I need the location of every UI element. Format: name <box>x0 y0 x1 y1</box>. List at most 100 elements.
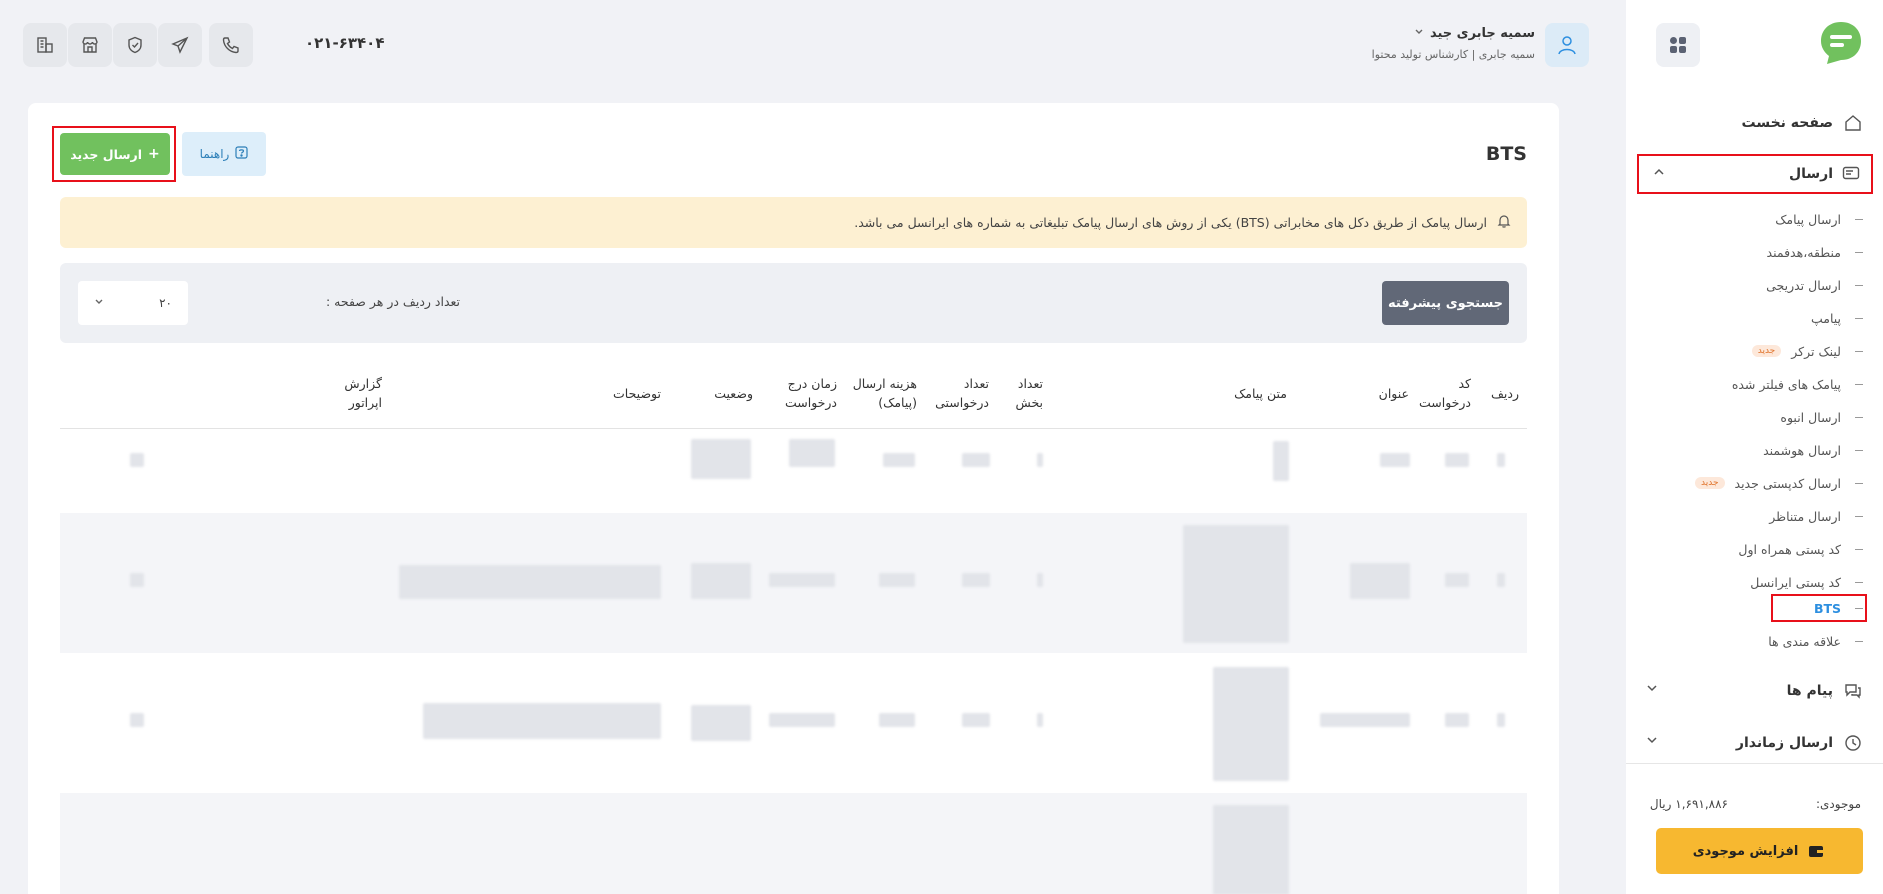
table-header: ردیف کد درخواست عنوان متن پیامک تعداد بخ… <box>60 359 1527 429</box>
sidebar-subitem[interactable]: ارسال کدپستی جدید جدید <box>1646 472 1863 494</box>
sidebar-subitem[interactable]: ارسال انبوه <box>1646 406 1863 428</box>
sidebar-subitem[interactable]: پیامپ <box>1646 307 1863 329</box>
filter-bar: جستجوی پیشرفته تعداد ردیف در هر صفحه : ۲… <box>60 263 1527 343</box>
new-send-label: ارسال جدید <box>70 146 143 162</box>
increase-balance-button[interactable]: افزایش موجودی <box>1656 828 1863 874</box>
user-menu[interactable]: سمیه جابری جید <box>1414 26 1535 41</box>
column-header: عنوان <box>1378 386 1409 401</box>
rows-per-page-select[interactable]: ۲۰ <box>78 281 188 325</box>
organization-button[interactable] <box>23 23 67 67</box>
sidebar-item-messages[interactable]: پیام ها <box>1646 678 1863 704</box>
column-header: وضعیت <box>714 386 753 401</box>
user-icon <box>1558 36 1576 55</box>
sidebar-subitem-label: ارسال متناظر <box>1769 508 1841 524</box>
send-plane-icon <box>171 36 189 54</box>
sidebar-subitem[interactable]: ارسال تدریجی <box>1646 274 1863 296</box>
user-name: سمیه جابری جید <box>1429 26 1535 41</box>
column-header: تعداد درخواستی <box>935 376 989 410</box>
security-button[interactable] <box>113 23 157 67</box>
advanced-search-button[interactable]: جستجوی پیشرفته <box>1382 281 1509 325</box>
column-header: کد درخواست <box>1418 376 1471 410</box>
sidebar-subitem[interactable]: علاقه مندی ها <box>1646 630 1863 652</box>
sidebar-subitem-label: ارسال انبوه <box>1780 409 1841 425</box>
telegram-button[interactable] <box>158 23 202 67</box>
store-icon <box>82 37 98 53</box>
sidebar-subitem-label: ارسال پیامک <box>1775 211 1841 227</box>
balance-label: موجودی: <box>1815 797 1861 811</box>
phone-button[interactable] <box>209 23 253 67</box>
clock-icon <box>1843 733 1863 753</box>
table-row[interactable] <box>60 513 1527 653</box>
column-header: تعداد بخش <box>1015 376 1043 410</box>
new-badge: جدید <box>1694 477 1725 489</box>
sidebar-subitem-label: BTS <box>1813 600 1841 616</box>
sidebar-subitem[interactable]: منطقه،هدفمند <box>1646 241 1863 263</box>
column-header: ردیف <box>1490 386 1519 401</box>
chevron-down-icon <box>94 296 104 310</box>
sidebar-subitem-label: علاقه مندی ها <box>1768 633 1841 649</box>
sidebar-subitem[interactable]: کد پستی ایرانسل <box>1646 571 1863 593</box>
guide-label: راهنما <box>199 147 230 161</box>
column-header: گزارش اپراتور <box>344 376 382 410</box>
table-row[interactable] <box>60 431 1527 511</box>
column-header: توضیحات <box>613 386 661 401</box>
alert-text: ارسال پیامک از طریق دکل های مخابراتی (BT… <box>854 215 1487 230</box>
page-title: BTS <box>1485 143 1527 165</box>
sidebar-subitem[interactable]: ارسال پیامک <box>1646 208 1863 230</box>
sidebar-item-send[interactable]: ارسال <box>1637 154 1873 194</box>
column-header: زمان درج درخواست <box>784 376 837 410</box>
chevron-down-icon <box>1414 26 1424 41</box>
sidebar-subitem[interactable]: پیامک های فیلتر شده <box>1646 373 1863 395</box>
divider <box>1626 763 1883 764</box>
new-badge: جدید <box>1751 345 1782 357</box>
shield-icon <box>128 36 142 54</box>
sidebar-item-label: پیام ها <box>1786 683 1833 699</box>
bell-icon <box>1497 214 1511 231</box>
sidebar-item-label: ارسال <box>1788 166 1833 182</box>
grid-icon <box>1670 37 1686 53</box>
plus-icon: + <box>148 146 160 162</box>
sidebar-subitem-label: ارسال کدپستی جدید <box>1734 475 1841 491</box>
apps-menu-button[interactable] <box>1656 23 1700 67</box>
sidebar-item-scheduled[interactable]: ارسال زماندار <box>1646 730 1863 756</box>
sidebar-subitem[interactable]: لینک ترکر جدید <box>1646 340 1863 362</box>
rows-per-page-label: تعداد ردیف در هر صفحه : <box>326 294 461 309</box>
support-phone: ۰۲۱-۶۳۴۰۴ <box>305 34 385 52</box>
sidebar-item-label: صفحه نخست <box>1741 115 1833 131</box>
logo-icon[interactable] <box>1819 20 1863 66</box>
sidebar-subitem[interactable]: ارسال هوشمند <box>1646 439 1863 461</box>
main-card: BTS + ارسال جدید راهنما ارسال پیامک از ط… <box>28 103 1559 894</box>
column-header: هزینه ارسال (پیامک) <box>852 376 917 410</box>
increase-balance-label: افزایش موجودی <box>1692 843 1799 859</box>
chat-send-icon <box>1841 164 1861 184</box>
table-row[interactable] <box>60 659 1527 787</box>
sidebar-subitem-label: پیامپ <box>1810 310 1841 326</box>
guide-button[interactable]: راهنما <box>182 132 266 176</box>
sidebar-subitem-label: ارسال تدریجی <box>1766 277 1841 293</box>
sidebar-subitem-label: لینک ترکر <box>1791 343 1841 359</box>
sidebar-subitem-label: کد پستی همراه اول <box>1738 541 1841 557</box>
building-icon <box>37 37 53 53</box>
sidebar-subitem-label: پیامک های فیلتر شده <box>1731 376 1841 392</box>
column-header: متن پیامک <box>1234 386 1287 401</box>
new-send-button[interactable]: + ارسال جدید <box>60 133 170 175</box>
home-icon <box>1843 113 1863 133</box>
sidebar-subitem[interactable]: ارسال متناظر <box>1646 505 1863 527</box>
chevron-down-icon <box>1646 682 1658 698</box>
help-icon <box>235 146 248 162</box>
sidebar-item-label: ارسال زماندار <box>1735 735 1833 751</box>
chat-bubbles-icon <box>1843 681 1863 701</box>
sidebar: صفحه نخست ارسال ارسال پیامک منطقه،هدفمند… <box>1626 0 1883 894</box>
sidebar-subitem-bts[interactable]: BTS <box>1646 597 1863 619</box>
chevron-down-icon <box>1646 734 1658 750</box>
sidebar-item-home[interactable]: صفحه نخست <box>1646 110 1863 136</box>
avatar[interactable] <box>1545 23 1589 67</box>
sidebar-subitem-label: کد پستی ایرانسل <box>1750 574 1841 590</box>
info-alert: ارسال پیامک از طریق دکل های مخابراتی (BT… <box>60 197 1527 248</box>
chevron-up-icon <box>1653 166 1665 182</box>
sidebar-subitem-label: ارسال هوشمند <box>1763 442 1841 458</box>
phone-icon <box>222 37 239 54</box>
table-row[interactable] <box>60 793 1527 894</box>
store-button[interactable] <box>68 23 112 67</box>
sidebar-subitem[interactable]: کد پستی همراه اول <box>1646 538 1863 560</box>
